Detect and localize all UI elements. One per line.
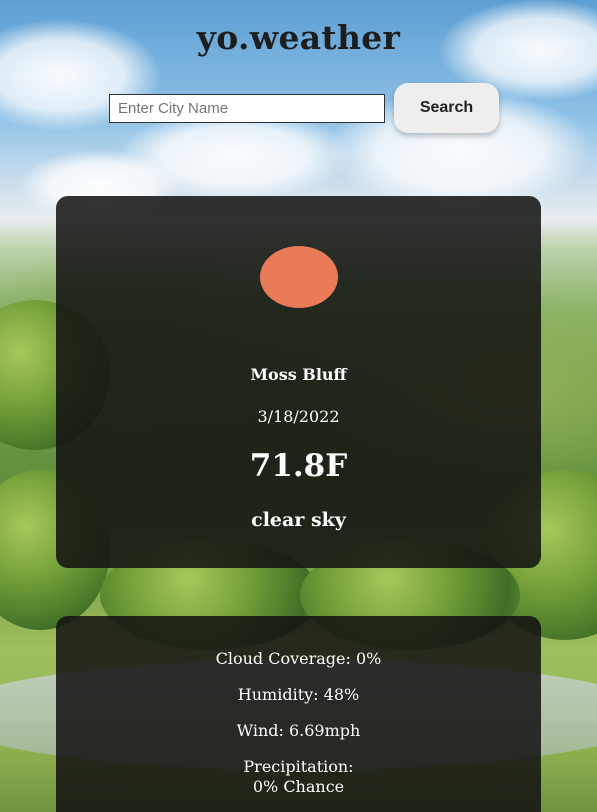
- precipitation-value: 0% Chance: [252, 777, 345, 796]
- current-weather-card: Moss Bluff 3/18/2022 71.8F clear sky: [56, 196, 541, 568]
- humidity: Humidity: 48%: [237, 685, 360, 704]
- temperature: 71.8F: [249, 448, 348, 484]
- wind: Wind: 6.69mph: [236, 721, 361, 740]
- app-title: yo.weather: [196, 18, 401, 57]
- weather-date: 3/18/2022: [257, 407, 340, 426]
- city-search-input[interactable]: [109, 93, 385, 123]
- weather-details-card: Cloud Coverage: 0% Humidity: 48% Wind: 6…: [56, 616, 541, 812]
- sun-icon: [260, 246, 338, 308]
- app-header: yo.weather: [0, 18, 597, 57]
- precipitation-label: Precipitation:: [243, 757, 354, 776]
- city-name: Moss Bluff: [250, 365, 347, 384]
- search-button[interactable]: Search: [394, 83, 499, 133]
- search-bar: Search: [109, 83, 499, 133]
- weather-description: clear sky: [251, 509, 346, 531]
- cloud-coverage: Cloud Coverage: 0%: [215, 649, 382, 668]
